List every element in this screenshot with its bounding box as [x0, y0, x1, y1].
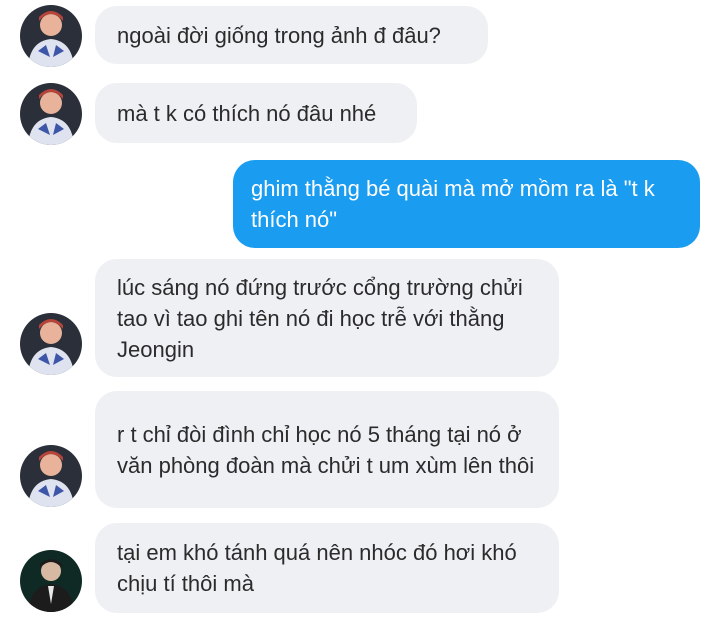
message-text: r t chỉ đòi đình chỉ học nó 5 tháng tại …: [117, 421, 535, 478]
avatar-friend[interactable]: [20, 313, 82, 375]
message-bubble-incoming[interactable]: lúc sáng nó đứng trước cổng trường chửi …: [95, 259, 559, 377]
message-text: ghim thằng bé quài mà mở mồm ra là "t k …: [251, 176, 661, 232]
message-text: ngoài đời giống trong ảnh đ đâu?: [117, 22, 441, 48]
message-bubble-incoming[interactable]: tại em khó tánh quá nên nhóc đó hơi khó …: [95, 523, 559, 613]
message-bubble-incoming[interactable]: r t chỉ đòi đình chỉ học nó 5 tháng tại …: [95, 391, 559, 508]
message-text: mà t k có thích nó đâu nhé: [117, 100, 377, 126]
message-text: tại em khó tánh quá nên nhóc đó hơi khó …: [117, 540, 523, 596]
avatar-photo-icon: [20, 83, 82, 145]
avatar-friend[interactable]: [20, 83, 82, 145]
avatar-photo-icon: [20, 5, 82, 67]
message-text: lúc sáng nó đứng trước cổng trường chửi …: [117, 274, 529, 362]
avatar-photo-icon: [20, 550, 82, 612]
avatar-photo-icon: [20, 313, 82, 375]
message-bubble-outgoing[interactable]: ghim thằng bé quài mà mở mồm ra là "t k …: [233, 160, 700, 248]
message-bubble-incoming[interactable]: mà t k có thích nó đâu nhé: [95, 83, 417, 143]
avatar-friend[interactable]: [20, 5, 82, 67]
message-bubble-incoming[interactable]: ngoài đời giống trong ảnh đ đâu?: [95, 6, 488, 64]
avatar-friend[interactable]: [20, 445, 82, 507]
avatar-other[interactable]: [20, 550, 82, 612]
avatar-photo-icon: [20, 445, 82, 507]
